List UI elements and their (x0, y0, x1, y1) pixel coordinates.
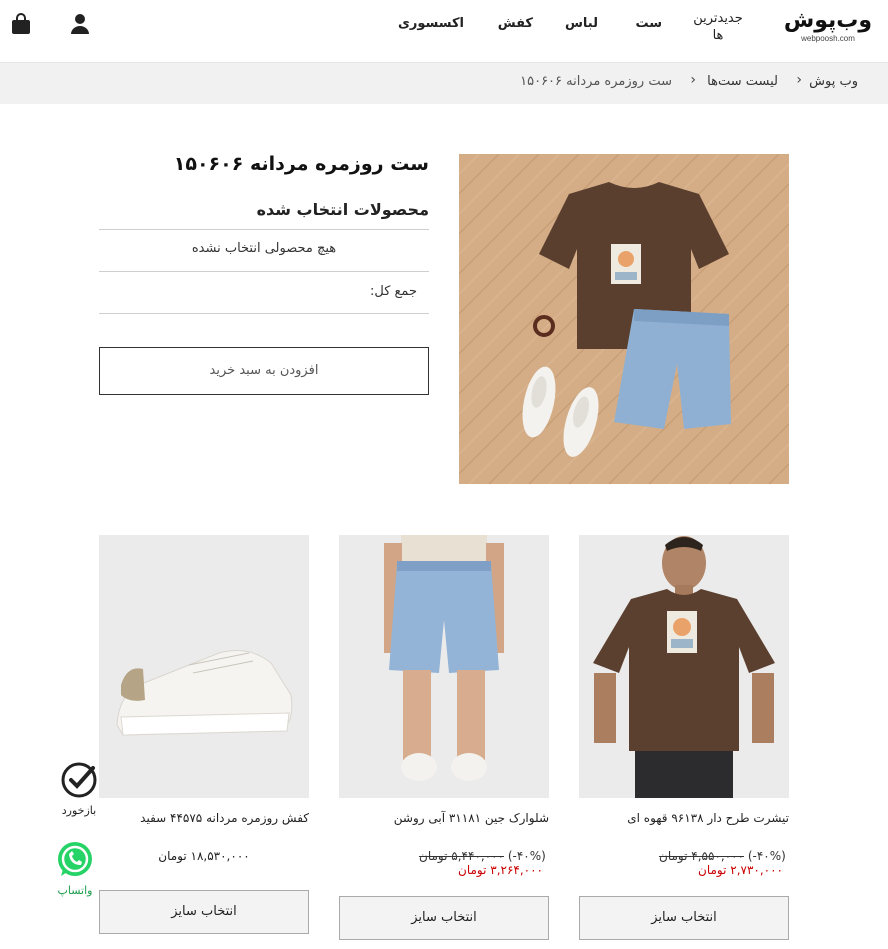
nav-newest[interactable]: جدیدترین ها (688, 10, 748, 44)
select-size-button[interactable]: انتخاب سایز (579, 896, 789, 940)
breadcrumb-home[interactable]: وب پوش (809, 74, 858, 89)
total-label: جمع کل: (369, 284, 417, 299)
set-title: ست روزمره مردانه ۱۵۰۶۰۶ (173, 153, 429, 175)
product-name[interactable]: شلوارک جین ۳۱۱۸۱ آبی روشن (339, 811, 549, 825)
nav-accessories[interactable]: اکسسوری (398, 16, 464, 31)
logo-text: وب‌پوش (783, 8, 873, 33)
set-hero-image (459, 154, 789, 484)
product-image[interactable] (579, 535, 789, 798)
old-price: ۵,۴۴۰,۰۰۰ تومان (419, 849, 504, 863)
old-price: ۴,۵۵۰,۰۰۰ تومان (659, 849, 744, 863)
chevron-left-icon: ‹ (690, 72, 696, 88)
feedback-widget[interactable]: بازخورد (54, 760, 104, 817)
shopping-bag-icon[interactable] (11, 13, 31, 35)
price-old: (۴۰%-) ۴,۵۵۰,۰۰۰ تومان (579, 849, 789, 863)
product-image[interactable] (339, 535, 549, 798)
product-card-shoes[interactable]: کفش روزمره مردانه ۴۴۵۷۵ سفید ۱۸,۵۳۰,۰۰۰ … (99, 535, 309, 863)
nav-set[interactable]: ست (635, 16, 662, 31)
nav-shoes[interactable]: کفش (498, 16, 533, 31)
chevron-left-icon: ‹ (796, 72, 802, 88)
divider (99, 313, 429, 314)
product-name[interactable]: تیشرت طرح دار ۹۶۱۳۸ قهوه ای (579, 811, 789, 825)
whatsapp-label: واتساپ (57, 884, 93, 897)
logo-domain: webpoosh.com (801, 34, 855, 43)
product-image[interactable] (99, 535, 309, 798)
site-header: وب‌پوش webpoosh.com جدیدترین ها ست لباس … (0, 0, 888, 62)
product-card-tshirt[interactable]: تیشرت طرح دار ۹۶۱۳۸ قهوه ای (۴۰%-) ۴,۵۵۰… (579, 535, 789, 877)
add-to-cart-button[interactable]: افزودن به سبد خرید (99, 347, 429, 395)
feedback-label: بازخورد (61, 804, 97, 817)
selected-products-heading: محصولات انتخاب شده (256, 200, 429, 219)
price-old: (۴۰%-) ۵,۴۴۰,۰۰۰ تومان (339, 849, 549, 863)
product-name[interactable]: کفش روزمره مردانه ۴۴۵۷۵ سفید (99, 811, 309, 825)
price-old-row: (۴۰%-) ۵,۴۴۰,۰۰۰ تومان ۳,۲۶۴,۰۰۰ تومان (339, 849, 549, 877)
no-selection-message: هیچ محصولی انتخاب نشده (191, 241, 337, 256)
divider (99, 229, 429, 230)
site-logo[interactable]: وب‌پوش webpoosh.com (782, 8, 874, 48)
breadcrumb-current: ست روزمره مردانه ۱۵۰۶۰۶ (520, 74, 672, 89)
discount-badge: (۴۰%-) (507, 849, 546, 863)
whatsapp-widget[interactable]: واتساپ (50, 840, 100, 897)
discount-badge: (۴۰%-) (747, 849, 786, 863)
checkmark-circle-icon (61, 762, 97, 798)
divider (99, 271, 429, 272)
new-price: ۳,۲۶۴,۰۰۰ تومان (458, 863, 543, 877)
product-card-shorts[interactable]: شلوارک جین ۳۱۱۸۱ آبی روشن (۴۰%-) ۵,۴۴۰,۰… (339, 535, 549, 877)
nav-clothes[interactable]: لباس (565, 16, 598, 31)
select-size-button[interactable]: انتخاب سایز (99, 890, 309, 934)
product-price: ۱۸,۵۳۰,۰۰۰ تومان (158, 849, 250, 863)
breadcrumb-set-list[interactable]: لیست ست‌ها (707, 74, 778, 89)
select-size-button[interactable]: انتخاب سایز (339, 896, 549, 940)
new-price: ۲,۷۳۰,۰۰۰ تومان (698, 863, 783, 877)
price-old-row: (۴۰%-) ۴,۵۵۰,۰۰۰ تومان ۲,۷۳۰,۰۰۰ تومان (579, 849, 789, 877)
page: وب‌پوش webpoosh.com جدیدترین ها ست لباس … (0, 0, 888, 949)
user-icon[interactable] (70, 13, 90, 35)
whatsapp-icon (58, 842, 92, 876)
breadcrumb: وب پوش ‹ لیست ست‌ها ‹ ست روزمره مردانه ۱… (0, 62, 888, 104)
